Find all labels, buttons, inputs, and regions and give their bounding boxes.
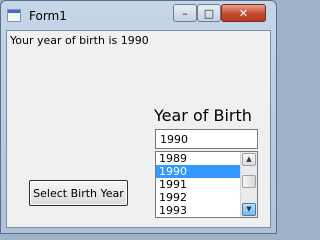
- title-bar[interactable]: Form1 – □ ✕: [1, 1, 278, 31]
- form1-window: Form1 – □ ✕ Your year of birth is 1990 Y…: [0, 0, 277, 234]
- maximize-icon: □: [203, 6, 215, 20]
- chevron-up-icon: ▲: [246, 155, 252, 163]
- list-item[interactable]: 1991: [156, 178, 241, 191]
- list-item[interactable]: 1992: [156, 191, 241, 204]
- close-button[interactable]: ✕: [221, 4, 266, 22]
- year-listbox[interactable]: 1989 1990 1991 1992 1993 ▲ ▼: [155, 151, 258, 218]
- list-item-selected[interactable]: 1990: [156, 165, 241, 178]
- minimize-button[interactable]: –: [173, 4, 197, 22]
- scroll-down-button[interactable]: ▼: [242, 203, 256, 216]
- app-window-icon[interactable]: [7, 9, 21, 22]
- minimize-icon: –: [182, 6, 188, 20]
- window-title: Form1: [29, 9, 67, 23]
- scroll-up-button[interactable]: ▲: [242, 153, 256, 166]
- list-item[interactable]: 1989: [156, 152, 241, 165]
- listbox-scrollbar[interactable]: ▲ ▼: [240, 152, 257, 217]
- year-of-birth-input[interactable]: [155, 129, 258, 149]
- select-birth-year-button[interactable]: Select Birth Year: [29, 180, 128, 206]
- close-icon: ✕: [238, 6, 249, 20]
- form-client-area: Your year of birth is 1990 Year of Birth…: [6, 30, 271, 228]
- year-of-birth-label: Year of Birth: [154, 106, 252, 125]
- birth-year-output-label: Your year of birth is 1990: [10, 34, 149, 47]
- maximize-button[interactable]: □: [197, 4, 221, 22]
- scroll-thumb[interactable]: [242, 175, 256, 188]
- chevron-down-icon: ▼: [246, 205, 252, 213]
- list-item[interactable]: 1993: [156, 204, 241, 217]
